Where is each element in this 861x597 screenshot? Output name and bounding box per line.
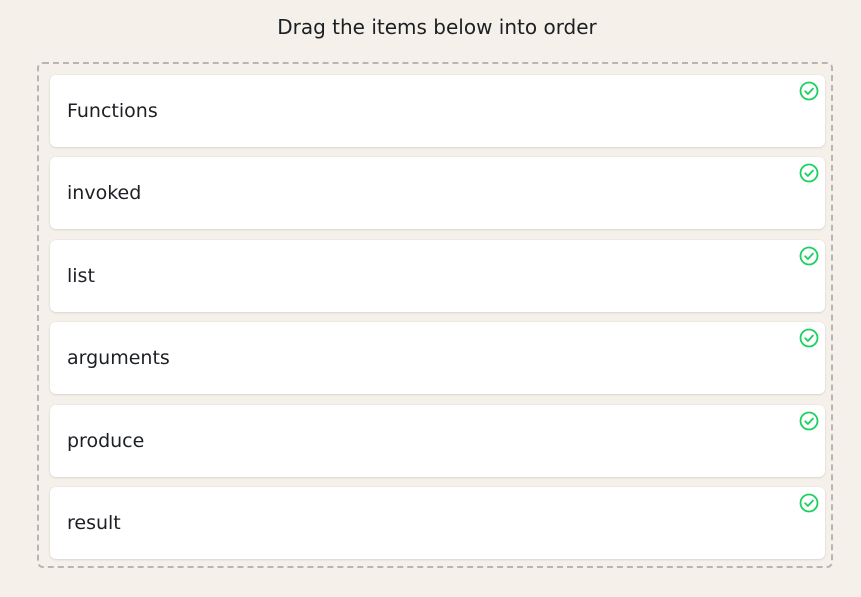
draggable-item-functions[interactable]: Functions <box>50 75 825 147</box>
item-label: list <box>67 265 95 287</box>
item-label: result <box>67 512 121 534</box>
item-label: produce <box>67 430 145 452</box>
check-circle-icon <box>799 81 819 101</box>
draggable-item-produce[interactable]: produce <box>50 405 825 477</box>
item-label: Functions <box>67 100 158 122</box>
check-circle-icon <box>799 493 819 513</box>
draggable-item-arguments[interactable]: arguments <box>50 322 825 394</box>
draggable-item-list[interactable]: list <box>50 240 825 312</box>
check-circle-icon <box>799 411 819 431</box>
check-circle-icon <box>799 246 819 266</box>
check-circle-icon <box>799 163 819 183</box>
draggable-item-result[interactable]: result <box>50 487 825 559</box>
item-label: invoked <box>67 182 142 204</box>
instruction-title: Drag the items below into order <box>277 15 597 39</box>
drag-drop-zone[interactable]: Functions invoked list arguments produce <box>37 62 833 568</box>
item-label: arguments <box>67 347 170 369</box>
check-circle-icon <box>799 328 819 348</box>
draggable-item-invoked[interactable]: invoked <box>50 157 825 229</box>
